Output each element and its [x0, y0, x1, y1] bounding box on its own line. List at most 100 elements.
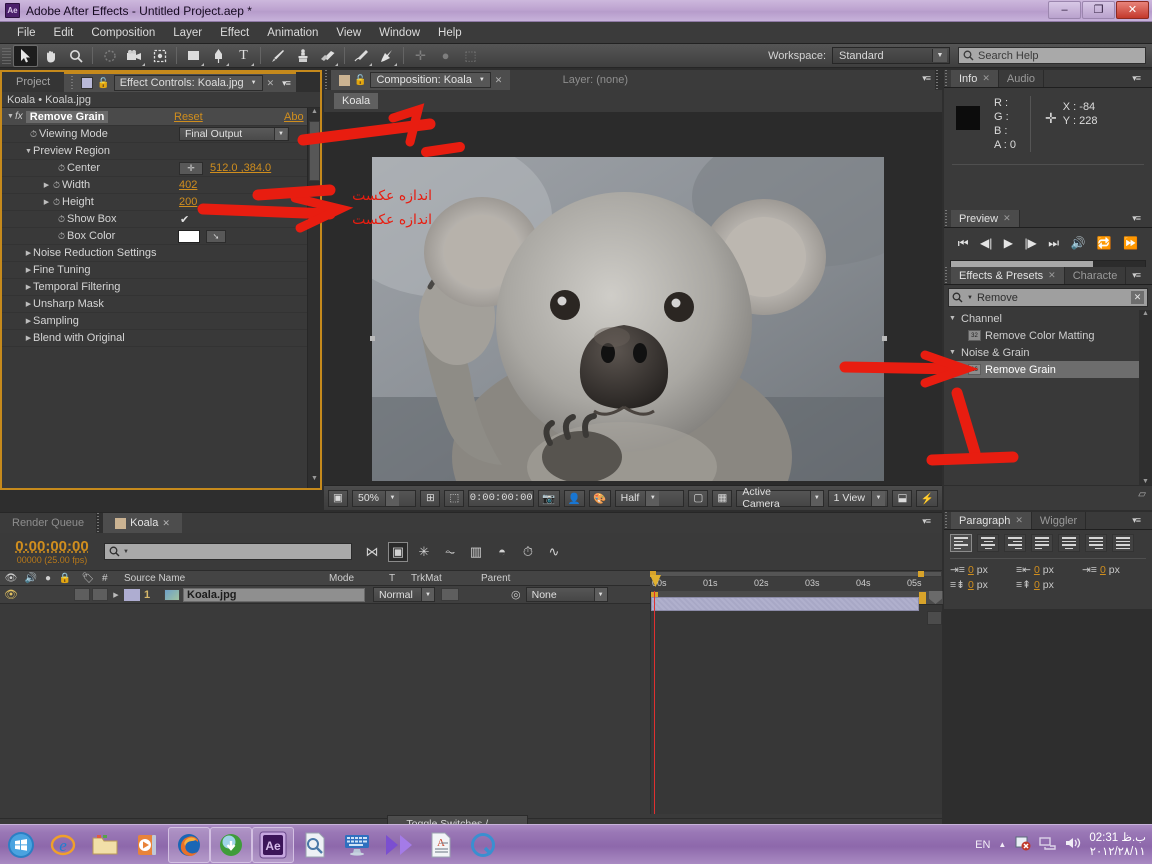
disclosure-triangle-icon[interactable] [948, 315, 957, 322]
keyboard-icon[interactable] [336, 827, 378, 863]
space-before-field[interactable]: ≡⇟ 0 px [950, 579, 1012, 591]
tab-render-queue[interactable]: Render Queue [0, 513, 97, 533]
brainstorm-icon[interactable]: ◓ [492, 542, 512, 562]
timeline-search-input[interactable]: ▼ [104, 543, 352, 560]
search-document-icon[interactable] [294, 827, 336, 863]
property-row-width[interactable]: ⏱ Width 402 [2, 177, 320, 194]
tab-paragraph[interactable]: Paragraph ✕ [951, 512, 1032, 529]
lock-icon[interactable]: 🔓 [354, 75, 366, 86]
about-link[interactable]: Abo [284, 111, 304, 123]
property-group-preview-region[interactable]: Preview Region [2, 143, 320, 160]
effect-item-remove-grain[interactable]: 16 Remove Grain [944, 361, 1152, 378]
justify-all-button[interactable] [1112, 534, 1134, 552]
clock[interactable]: 02:31 ب.ظ ۲۰۱۲/۲۸/۱۱ [1089, 831, 1146, 859]
show-hidden-icons-icon[interactable]: ▲ [998, 840, 1006, 849]
tab-grip-icon[interactable] [935, 70, 940, 90]
composition-viewer[interactable] [324, 112, 942, 485]
property-group-noise-reduction[interactable]: Noise Reduction Settings [2, 245, 320, 262]
take-snapshot-icon[interactable]: 📷 [538, 489, 560, 507]
menu-animation[interactable]: Animation [258, 25, 327, 41]
chevron-down-icon[interactable]: ▼ [123, 549, 129, 555]
brush-tool-icon[interactable] [265, 45, 290, 67]
language-indicator[interactable]: EN [975, 839, 990, 851]
layer-solo-cell[interactable] [92, 588, 108, 601]
firefox-icon[interactable] [168, 826, 210, 863]
effects-scrollbar[interactable]: ▲ ▼ [1139, 310, 1152, 485]
indent-first-line-field[interactable]: ⇥≡ 0 px [1082, 564, 1144, 576]
quicktime-icon[interactable] [462, 827, 504, 863]
timeline-track-area[interactable] [650, 591, 943, 814]
disclosure-triangle-icon[interactable] [24, 283, 33, 291]
indent-right-value[interactable]: 0 [1034, 564, 1040, 576]
media-player-icon[interactable] [126, 827, 168, 863]
indent-right-field[interactable]: ≡⇤ 0 px [1016, 564, 1078, 576]
motion-blur-icon[interactable]: ▥ [466, 542, 486, 562]
disclosure-triangle-icon[interactable] [42, 198, 51, 206]
chevron-down-icon[interactable]: ▼ [967, 295, 973, 301]
panel-menu-icon[interactable]: ▾≡ [1132, 213, 1141, 224]
hide-shy-layers-icon[interactable]: ✳ [414, 542, 434, 562]
pen-tool-icon[interactable] [206, 45, 231, 67]
effects-search-input[interactable]: ▼ Remove ✕ [948, 288, 1148, 307]
tab-grip-icon[interactable] [324, 70, 329, 90]
justify-last-left-button[interactable] [1031, 534, 1053, 552]
menu-window[interactable]: Window [370, 25, 429, 41]
fast-preview-icon[interactable]: ⚡ [916, 489, 939, 507]
toolbar-grip-icon[interactable] [2, 45, 11, 66]
close-icon[interactable]: ✕ [982, 73, 990, 84]
stopwatch-icon[interactable]: ⏱ [51, 180, 62, 191]
justify-last-right-button[interactable] [1085, 534, 1107, 552]
selection-handle[interactable] [370, 336, 375, 341]
video-toggle-icon[interactable]: 👁 [0, 573, 22, 584]
property-group-temporal-filtering[interactable]: Temporal Filtering [2, 279, 320, 296]
solo-toggle-icon[interactable]: ● [40, 573, 56, 584]
last-frame-icon[interactable]: ⏭ [1048, 236, 1059, 251]
lock-icon[interactable]: 🔓 [97, 78, 109, 89]
choose-grid-guides-button[interactable]: ⊞ [420, 489, 441, 507]
property-group-unsharp-mask[interactable]: Unsharp Mask [2, 296, 320, 313]
puppet-pin-tool-icon[interactable] [374, 45, 399, 67]
scroll-down-icon[interactable]: ▼ [308, 475, 320, 488]
effect-header-row[interactable]: fx Remove Grain Reset Abo [2, 108, 320, 126]
menu-layer[interactable]: Layer [164, 25, 211, 41]
toggle-viewer-button[interactable]: ▣ [328, 489, 348, 507]
tab-info[interactable]: Info ✕ [951, 70, 999, 87]
close-icon[interactable]: ✕ [162, 518, 170, 529]
layer-video-toggle[interactable]: 👁 [0, 588, 22, 601]
property-group-blend-with-original[interactable]: Blend with Original [2, 330, 320, 347]
draft-3d-icon[interactable]: ▣ [388, 541, 408, 562]
tab-effect-controls[interactable]: 🔓 Effect Controls: Koala.jpg ▼ ✕ ▾≡ [64, 72, 296, 92]
show-snapshot-icon[interactable]: 👤 [563, 489, 586, 507]
layer-audio-cell[interactable] [74, 588, 90, 601]
internet-explorer-icon[interactable]: e [42, 827, 84, 863]
label-column-icon[interactable]: 🏷 [74, 573, 102, 584]
tab-grip-icon[interactable] [944, 512, 949, 530]
views-select[interactable]: 1 View ▼ [827, 489, 889, 507]
align-center-button[interactable] [977, 534, 999, 552]
zoom-level-select[interactable]: 50% ▼ [352, 489, 417, 507]
clone-stamp-tool-icon[interactable] [290, 45, 315, 67]
timeline-playhead[interactable] [654, 591, 655, 814]
resolution-select[interactable]: Half ▼ [614, 489, 685, 507]
rotation-tool-icon[interactable] [97, 45, 122, 67]
next-frame-icon[interactable]: |▶ [1024, 236, 1036, 250]
show-box-checkbox[interactable]: ✔ [180, 213, 189, 226]
box-color-swatch[interactable] [178, 229, 200, 243]
center-value[interactable]: 512.0 ,384.0 [210, 162, 271, 174]
panel-menu-icon[interactable]: ▾≡ [922, 73, 931, 84]
minimize-button[interactable]: – [1048, 1, 1081, 19]
effects-group-channel[interactable]: Channel [944, 310, 1152, 327]
property-row-center[interactable]: ⏱ Center ✛ 512.0 ,384.0 [2, 160, 320, 177]
tab-wiggler[interactable]: Wiggler [1031, 512, 1087, 529]
audio-icon[interactable]: 🔊 [1070, 236, 1085, 250]
download-manager-icon[interactable] [210, 826, 252, 863]
tab-grip-icon[interactable] [944, 267, 949, 285]
eraser-tool-icon[interactable] [315, 45, 340, 67]
text-document-icon[interactable]: A [420, 827, 462, 863]
tab-grip-icon[interactable] [944, 70, 949, 88]
disclosure-triangle-icon[interactable] [24, 249, 33, 257]
indent-left-field[interactable]: ⇥≡ 0 px [950, 564, 1012, 576]
disclosure-triangle-icon[interactable]: ▶ [108, 591, 124, 599]
panel-menu-icon[interactable]: ▾≡ [1132, 515, 1141, 526]
maximize-button[interactable]: ❐ [1082, 1, 1115, 19]
